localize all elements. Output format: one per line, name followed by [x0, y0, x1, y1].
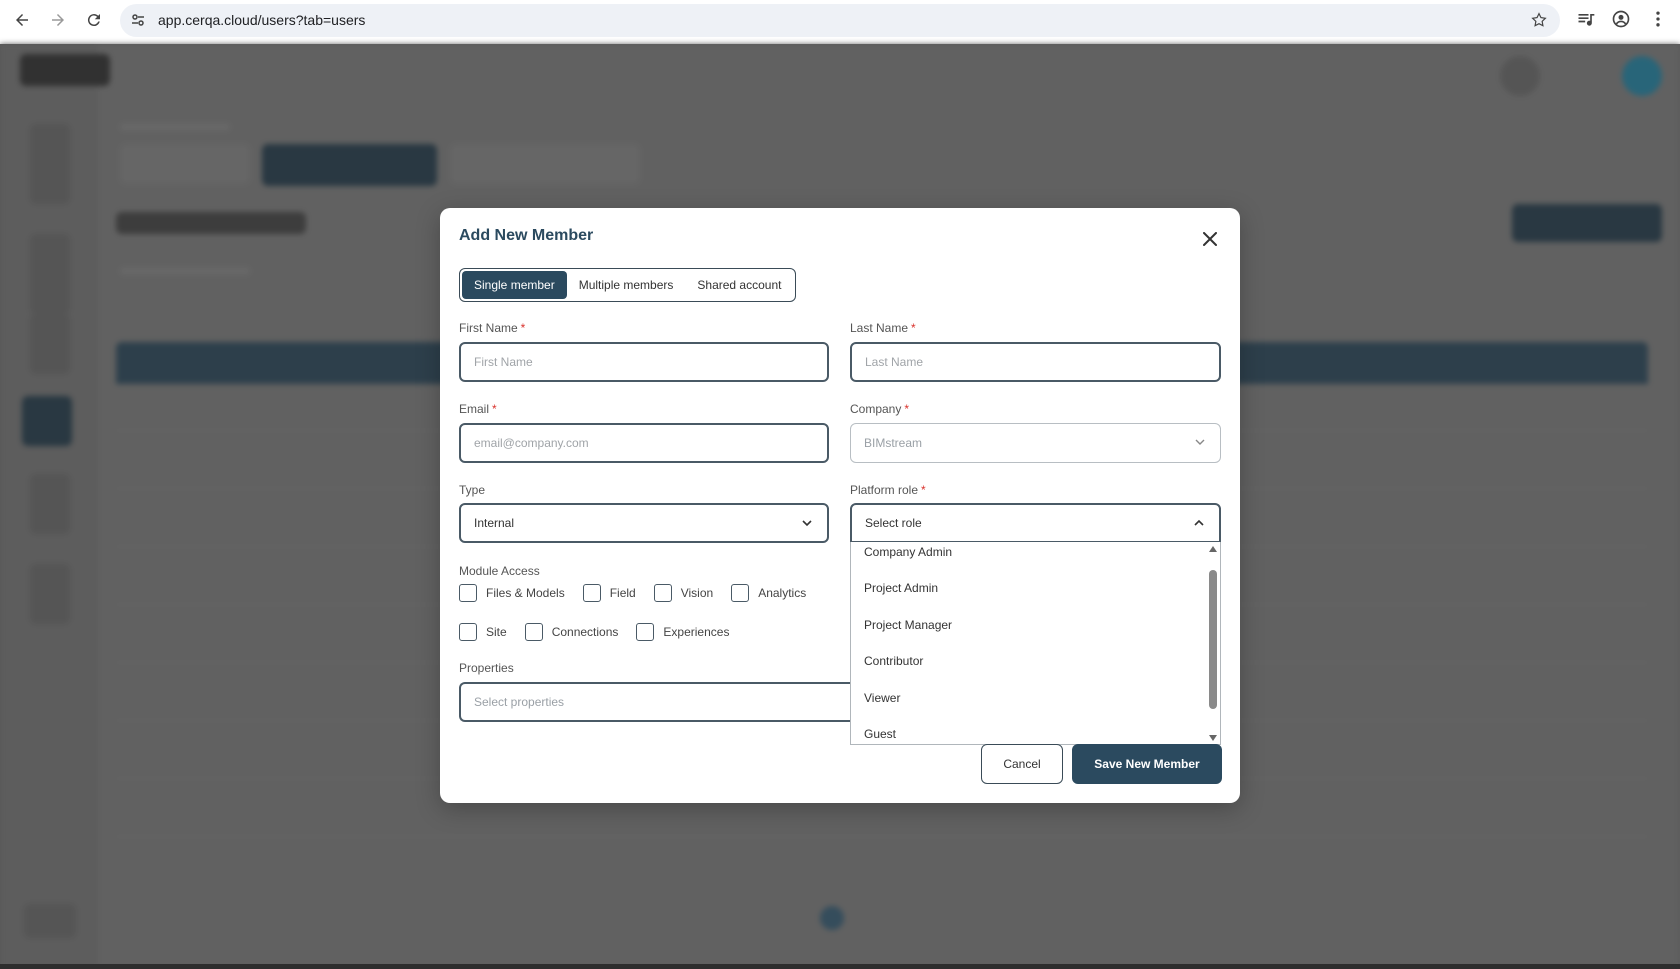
company-value: BIMstream	[864, 436, 923, 450]
required-marker: *	[921, 483, 926, 497]
browser-toolbar: app.cerqa.cloud/users?tab=users	[0, 0, 1680, 44]
platform-role-label: Platform role *	[850, 483, 926, 497]
checkbox-label: Site	[486, 625, 507, 639]
required-marker: *	[520, 321, 526, 335]
platform-role-placeholder: Select role	[865, 516, 922, 530]
checkbox-label: Vision	[680, 586, 714, 600]
email-input[interactable]	[474, 425, 827, 461]
required-marker: *	[904, 402, 910, 416]
role-option-project-admin[interactable]: Project Admin	[864, 581, 938, 595]
platform-role-select[interactable]: Select role	[850, 503, 1221, 543]
type-select[interactable]: Internal	[459, 503, 829, 543]
module-access-label: Module Access	[459, 564, 540, 578]
last-name-label: Last Name *	[850, 321, 916, 335]
checkbox-label: Analytics	[758, 586, 807, 600]
company-select[interactable]: BIMstream	[850, 423, 1221, 463]
bookmark-star-icon[interactable]	[1530, 11, 1548, 34]
role-option-contributor[interactable]: Contributor	[864, 654, 923, 668]
checkbox-files-models[interactable]	[459, 584, 477, 602]
scroll-down-icon[interactable]	[1209, 735, 1217, 741]
role-option-company-admin[interactable]: Company Admin	[864, 545, 952, 559]
first-name-input[interactable]	[474, 344, 827, 380]
required-marker: *	[911, 321, 916, 335]
tab-multiple-members[interactable]: Multiple members	[567, 271, 686, 299]
forward-icon[interactable]	[46, 8, 70, 32]
required-marker: *	[492, 402, 497, 416]
scrollbar-thumb[interactable]	[1209, 570, 1217, 709]
add-member-dialog: Add New Member Single member Multiple me…	[440, 208, 1240, 803]
checkbox-connections[interactable]	[524, 623, 543, 641]
checkbox-label: Files & Models	[486, 586, 565, 600]
profile-icon[interactable]	[1611, 9, 1631, 34]
url-text: app.cerqa.cloud/users?tab=users	[158, 12, 366, 28]
bottom-edge	[0, 964, 1680, 969]
browser-menu-icon[interactable]	[1648, 9, 1668, 34]
scroll-up-icon[interactable]	[1209, 546, 1217, 552]
address-bar[interactable]: app.cerqa.cloud/users?tab=users	[120, 4, 1560, 37]
checkbox-analytics[interactable]	[731, 584, 750, 602]
properties-label: Properties	[459, 661, 514, 675]
module-checkbox-row: Files & Models Field Vision Analytics	[459, 584, 824, 602]
checkbox-label: Connections	[551, 625, 619, 639]
checkbox-field[interactable]	[582, 584, 601, 602]
checkbox-vision[interactable]	[653, 584, 672, 602]
tab-shared-account[interactable]: Shared account	[685, 271, 793, 299]
last-name-input[interactable]	[865, 344, 1219, 380]
role-option-guest[interactable]: Guest	[864, 727, 896, 741]
back-icon[interactable]	[10, 8, 34, 32]
properties-select[interactable]: Select properties	[459, 682, 859, 722]
chevron-down-icon	[1194, 436, 1206, 451]
first-name-field[interactable]	[459, 342, 829, 382]
checkbox-label: Field	[609, 586, 636, 600]
tab-single-member[interactable]: Single member	[462, 271, 567, 299]
checkbox-experiences[interactable]	[636, 623, 655, 641]
last-name-field[interactable]	[850, 342, 1221, 382]
close-icon[interactable]	[1199, 228, 1221, 250]
type-label: Type	[459, 483, 486, 497]
save-new-member-button[interactable]: Save New Member	[1072, 744, 1222, 784]
member-mode-tabs: Single member Multiple members Shared ac…	[459, 268, 797, 302]
dropdown-scrollbar[interactable]	[1206, 542, 1220, 744]
role-option-project-manager[interactable]: Project Manager	[864, 618, 952, 632]
module-checkbox-row: Site Connections Experiences	[459, 623, 747, 641]
email-label: Email *	[459, 402, 497, 416]
cancel-button[interactable]: Cancel	[981, 744, 1063, 784]
type-value: Internal	[474, 516, 515, 530]
chevron-down-icon	[801, 517, 813, 532]
site-settings-icon[interactable]	[130, 12, 146, 33]
company-label: Company *	[850, 402, 910, 416]
media-control-icon[interactable]	[1576, 9, 1596, 34]
dialog-title: Add New Member	[459, 227, 594, 244]
chevron-up-icon	[1193, 517, 1205, 532]
role-option-viewer[interactable]: Viewer	[864, 691, 900, 705]
reload-icon[interactable]	[82, 8, 106, 32]
properties-placeholder: Select properties	[474, 695, 565, 709]
platform-role-dropdown[interactable]: Company Admin Project Admin Project Mana…	[850, 542, 1221, 745]
first-name-label: First Name *	[459, 321, 526, 335]
checkbox-site[interactable]	[459, 623, 477, 641]
checkbox-label: Experiences	[663, 625, 730, 639]
email-field[interactable]	[459, 423, 829, 463]
